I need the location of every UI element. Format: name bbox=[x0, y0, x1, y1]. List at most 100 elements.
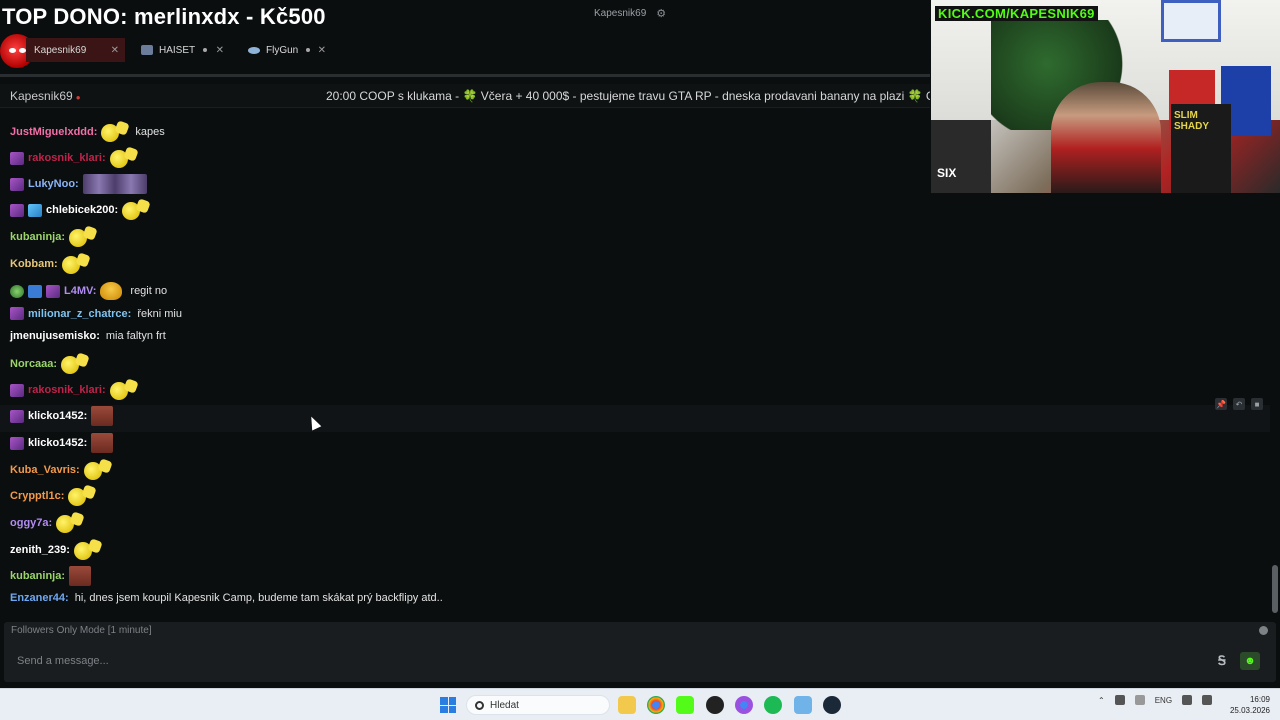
chat-message[interactable]: klicko1452: bbox=[10, 433, 114, 453]
chat-username[interactable]: Enzaner44: bbox=[10, 592, 69, 604]
tray-app-icon[interactable] bbox=[1114, 695, 1125, 705]
chat-username[interactable]: milionar_z_chatrce: bbox=[28, 308, 131, 320]
delete-icon[interactable]: ■ bbox=[1251, 398, 1263, 410]
channel-avatar-icon bbox=[141, 45, 153, 55]
chat-username[interactable]: rakosnik_klari: bbox=[28, 384, 106, 396]
wifi-icon[interactable] bbox=[1182, 695, 1193, 705]
chat-username[interactable]: JustMiguelxddd: bbox=[10, 126, 97, 138]
subscriber-badge-icon bbox=[10, 177, 24, 191]
arrow-badge-icon bbox=[28, 284, 42, 298]
chat-message[interactable]: chlebicek200: bbox=[10, 200, 150, 220]
close-icon[interactable]: ✕ bbox=[216, 45, 224, 56]
taskbar-search[interactable]: Hledat bbox=[466, 695, 610, 715]
chat-message[interactable]: milionar_z_chatrce: řekni miu bbox=[10, 307, 182, 320]
emote-icon bbox=[73, 540, 102, 560]
chat-username[interactable]: kubaninja: bbox=[10, 570, 65, 582]
chat-username[interactable]: L4MV: bbox=[64, 285, 96, 297]
chat-message[interactable]: oggy7a: bbox=[10, 513, 84, 533]
chat-username[interactable]: Kobbam: bbox=[10, 258, 58, 270]
chat-username[interactable]: klicko1452: bbox=[28, 437, 87, 449]
clock-date: 25.03.2026 bbox=[1229, 706, 1270, 715]
windows-taskbar: Hledat ⌃ ENG 16:09 25.03.2026 bbox=[0, 688, 1280, 720]
chat-username[interactable]: oggy7a: bbox=[10, 517, 52, 529]
alien-badge-icon bbox=[10, 284, 24, 298]
top-channel-switcher[interactable]: Kapesnik69 ⚙ bbox=[594, 4, 666, 22]
chrome-profile-icon[interactable] bbox=[735, 696, 753, 714]
chat-username[interactable]: jmenujusemisko: bbox=[10, 330, 100, 342]
reply-icon[interactable]: ↶ bbox=[1233, 398, 1245, 410]
chrome-icon[interactable] bbox=[647, 696, 665, 714]
emote-icon bbox=[69, 566, 92, 586]
chevron-up-icon[interactable]: ⌃ bbox=[1098, 696, 1105, 705]
chat-message[interactable]: LukyNoo: bbox=[10, 174, 147, 194]
emote-icon bbox=[61, 354, 89, 374]
translate-icon[interactable]: Ꭶ bbox=[1212, 652, 1232, 670]
close-icon[interactable]: ✕ bbox=[318, 45, 326, 56]
chat-username[interactable]: rakosnik_klari: bbox=[28, 152, 106, 164]
close-icon[interactable]: ✕ bbox=[111, 45, 119, 56]
tab-kapesnik69[interactable]: Kapesnik69 ✕ bbox=[26, 38, 125, 62]
chat-username[interactable]: klicko1452: bbox=[28, 410, 87, 422]
chat-message-text: regit no bbox=[130, 285, 168, 297]
emote-icon bbox=[68, 486, 96, 506]
emote-icon bbox=[61, 254, 90, 274]
emote-icon bbox=[56, 513, 84, 533]
emote-picker-icon[interactable]: ☻ bbox=[1240, 652, 1260, 670]
message-box: Ꭶ ☻ bbox=[4, 640, 1276, 682]
taskbar-clock[interactable]: 16:09 25.03.2026 bbox=[1226, 694, 1270, 716]
message-actions: 📌 ↶ ■ bbox=[1215, 398, 1263, 410]
chat-message[interactable]: JustMiguelxddd: kapes bbox=[10, 122, 165, 142]
file-explorer-icon[interactable] bbox=[618, 696, 636, 714]
info-icon[interactable] bbox=[1259, 626, 1268, 635]
language-indicator[interactable]: ENG bbox=[1155, 696, 1172, 705]
subscriber-badge-icon bbox=[46, 284, 60, 298]
chat-message[interactable]: kubaninja: bbox=[10, 227, 97, 247]
gear-icon[interactable]: ⚙ bbox=[656, 7, 666, 20]
mic-icon[interactable] bbox=[1134, 695, 1145, 705]
emote-icon bbox=[122, 200, 150, 220]
chat-username[interactable]: Crypptl1c: bbox=[10, 490, 64, 502]
steam-icon[interactable] bbox=[823, 696, 841, 714]
message-input[interactable] bbox=[8, 648, 1198, 674]
tab-flygun[interactable]: FlyGun ✕ bbox=[240, 38, 332, 62]
chat-message[interactable]: Norcaaa: bbox=[10, 354, 89, 374]
chat-message[interactable]: klicko1452: bbox=[10, 406, 114, 426]
tab-label: Kapesnik69 bbox=[34, 44, 87, 56]
chat-message[interactable]: Crypptl1c: bbox=[10, 486, 96, 506]
chat-message[interactable]: zenith_239: bbox=[10, 540, 102, 560]
emote-icon bbox=[91, 406, 114, 426]
system-tray: ⌃ ENG bbox=[1098, 695, 1213, 705]
subscriber-badge-icon bbox=[10, 307, 24, 320]
chat-username[interactable]: Norcaaa: bbox=[10, 358, 57, 370]
chat-username[interactable]: Kuba_Vavris: bbox=[10, 464, 80, 476]
chat-message[interactable]: Kuba_Vavris: bbox=[10, 460, 112, 480]
chat-message[interactable]: L4MV: regit no bbox=[10, 280, 167, 302]
chat-message[interactable]: Enzaner44: hi, dnes jsem koupil Kapesnik … bbox=[10, 592, 443, 604]
chat-username[interactable]: kubaninja: bbox=[10, 231, 65, 243]
top-donation-title: TOP DONO: merlinxdx - Kč500 bbox=[2, 4, 326, 29]
chat-username[interactable]: zenith_239: bbox=[10, 544, 70, 556]
subscriber-badge-icon bbox=[10, 151, 24, 165]
subscriber-badge-icon bbox=[10, 436, 24, 450]
chat-scrollbar[interactable] bbox=[1272, 565, 1278, 613]
chat-username[interactable]: chlebicek200: bbox=[46, 204, 118, 216]
chat-username[interactable]: LukyNoo: bbox=[28, 178, 79, 190]
chat-message[interactable]: jmenujusemisko: mia faltyn frt bbox=[10, 330, 166, 342]
chat-message[interactable]: rakosnik_klari: bbox=[10, 148, 138, 168]
emote-icon bbox=[83, 460, 112, 480]
chat-message[interactable]: rakosnik_klari: bbox=[10, 380, 138, 400]
chat-message[interactable]: Kobbam: bbox=[10, 254, 90, 274]
channel-name[interactable]: Kapesnik69 ● bbox=[10, 89, 81, 103]
volume-icon[interactable] bbox=[1202, 695, 1213, 705]
followers-only-bar: Followers Only Mode [1 minute] bbox=[4, 622, 1276, 640]
spotify-icon[interactable] bbox=[764, 696, 782, 714]
app-icon[interactable] bbox=[794, 696, 812, 714]
windows-start-icon[interactable] bbox=[440, 697, 456, 713]
tab-haiset[interactable]: HAISET ✕ bbox=[133, 38, 230, 62]
kick-app-icon[interactable] bbox=[676, 696, 694, 714]
status-dot-icon bbox=[203, 48, 208, 52]
pin-icon[interactable]: 📌 bbox=[1215, 398, 1227, 410]
chat-message-list[interactable]: JustMiguelxddd: kapes rakosnik_klari: LukyN… bbox=[0, 110, 1270, 618]
obs-icon[interactable] bbox=[706, 696, 724, 714]
chat-message[interactable]: kubaninja: bbox=[10, 566, 92, 586]
